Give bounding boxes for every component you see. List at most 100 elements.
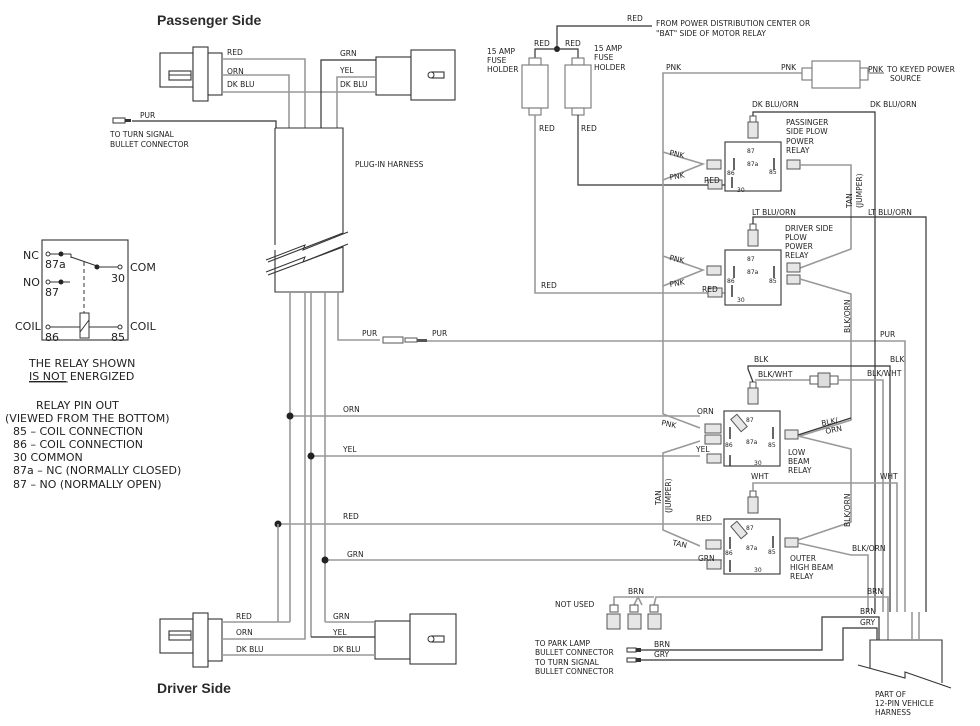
- passenger-socket-connector: [375, 49, 456, 101]
- wire-label: RED: [541, 281, 557, 290]
- turn-signal-label: BULLET CONNECTOR: [535, 667, 614, 676]
- wire-label: RED: [539, 124, 555, 133]
- wire-label: ORN: [697, 407, 714, 416]
- relay-pin-label: 86: [725, 442, 733, 449]
- relay-name: RELAY: [790, 572, 814, 581]
- wire-label: BRN: [860, 607, 876, 616]
- relay-name: PLOW: [785, 233, 807, 242]
- relay-name: OUTER: [790, 554, 816, 563]
- wire-label: DK BLU: [227, 80, 255, 89]
- harness-label: PART OF: [875, 690, 906, 699]
- wire-label: WHT: [880, 472, 898, 481]
- wire-label: TAN: [671, 538, 688, 550]
- pinout-line: 86 – COIL CONNECTION: [13, 438, 143, 451]
- wire-label: GRN: [698, 554, 715, 563]
- relay-name: SIDE PLOW: [786, 127, 828, 136]
- wiring-diagram: Passenger Side Driver Side RED ORN DK BL…: [5, 12, 955, 717]
- jumper-label: TAN: [654, 490, 663, 506]
- relay-pin-label: 30: [737, 297, 745, 304]
- inline-connector-icon: [809, 372, 839, 388]
- wire-label: BLK/WHT: [867, 369, 902, 378]
- relay-pin-label: 30: [737, 187, 745, 194]
- vehicle-harness-12-pin: [857, 639, 952, 689]
- relay-pin-label: 86: [727, 278, 735, 285]
- wire-label: RED: [343, 512, 359, 521]
- low-beam-relay: [704, 381, 799, 467]
- relay-pin-label: 85: [768, 442, 776, 449]
- passenger-plug-connector: [159, 46, 223, 102]
- wire-label: PUR: [432, 329, 447, 338]
- legend-pin: 87: [45, 286, 59, 299]
- wire-label: ORN: [343, 405, 360, 414]
- wire-label: DK BLU: [236, 645, 264, 654]
- wire-label: BLK: [890, 355, 905, 364]
- fuse-label: HOLDER: [594, 63, 625, 72]
- driver-socket-connector: [374, 613, 457, 665]
- wire-label: WHT: [751, 472, 769, 481]
- wire-label: PUR: [362, 329, 377, 338]
- wire-label: RED: [236, 612, 252, 621]
- legend-pin: 30: [111, 272, 125, 285]
- pinout-line: 85 – COIL CONNECTION: [13, 425, 143, 438]
- fuse-label: FUSE: [487, 56, 507, 65]
- wire-label: PUR: [140, 111, 155, 120]
- legend-note-emphasis: IS NOT: [29, 370, 67, 383]
- pinout-line: 87 – NO (NORMALLY OPEN): [13, 478, 161, 491]
- power-source-label: "BAT" SIDE OF MOTOR RELAY: [656, 29, 766, 38]
- wire-label: GRN: [333, 612, 350, 621]
- wire-label: BLK: [754, 355, 769, 364]
- relay-pin-label: 87a: [747, 161, 759, 168]
- inline-fuse-holder-pnk: [801, 60, 869, 89]
- wire-label: LT BLU/ORN: [752, 208, 796, 217]
- splice-dot: [321, 556, 329, 564]
- jumper-label: TAN: [845, 193, 854, 209]
- legend-com: COM: [130, 261, 156, 274]
- relay-pin-label: 87a: [746, 439, 758, 446]
- relay-name: RELAY: [785, 251, 809, 260]
- wire-label: BLK/ORN: [843, 494, 852, 528]
- wire-label: PNK: [669, 277, 686, 289]
- fuse-label: FUSE: [594, 53, 614, 62]
- relay-name: LOW: [788, 448, 806, 457]
- jumper-label: (JUMPER): [855, 173, 864, 208]
- outer-high-beam-relay: [705, 490, 799, 575]
- unused-connectors: [606, 604, 662, 630]
- pinout-line: 87a – NC (NORMALLY CLOSED): [13, 464, 181, 477]
- wire-label: RED: [534, 39, 550, 48]
- legend-note: THE RELAY SHOWN: [28, 357, 135, 370]
- bullet-connector-icon: [112, 117, 131, 124]
- park-lamp-label: BULLET CONNECTOR: [535, 648, 614, 657]
- wire-label: BLK/ORN: [843, 300, 852, 334]
- wire-label: PUR: [880, 330, 895, 339]
- harness-label: 12-PIN VEHICLE: [875, 699, 934, 708]
- wire-label: YEL: [342, 445, 357, 454]
- relay-pin-label: 85: [769, 278, 777, 285]
- legend-nc: NC: [23, 249, 39, 262]
- relay-pin-label: 30: [754, 460, 762, 467]
- driver-side-title: Driver Side: [157, 680, 231, 696]
- pinout-subtitle: (VIEWED FROM THE BOTTOM): [5, 412, 170, 425]
- legend-coil: COIL: [15, 320, 42, 333]
- wire-label: RED: [627, 14, 643, 23]
- turn-signal-label: TO TURN SIGNAL: [534, 658, 600, 667]
- wire-label: PNK: [669, 253, 687, 265]
- wire-label: RED: [704, 176, 720, 185]
- wire-label: LT BLU/ORN: [868, 208, 912, 217]
- fuse-label: 15 AMP: [487, 47, 516, 56]
- splice-dot: [286, 412, 294, 420]
- wire-label: YEL: [695, 445, 710, 454]
- legend-pin: 85: [111, 331, 125, 344]
- harness-label: HARNESS: [875, 708, 911, 717]
- relay-name: RELAY: [786, 146, 810, 155]
- wire-label: ORN: [236, 628, 253, 637]
- relay-pin-label: 86: [725, 550, 733, 557]
- keyed-power-label: TO KEYED POWER: [886, 65, 955, 74]
- fuse-label: HOLDER: [487, 65, 518, 74]
- wire-label: BLK/ORN: [852, 544, 886, 553]
- legend-pin: 86: [45, 331, 59, 344]
- wire-label: RED: [565, 39, 581, 48]
- wire-label: PNK: [661, 418, 679, 430]
- plug-in-harness-label: PLUG-IN HARNESS: [355, 160, 424, 169]
- legend-pin: 87a: [45, 258, 66, 271]
- relay-name: POWER: [785, 242, 813, 251]
